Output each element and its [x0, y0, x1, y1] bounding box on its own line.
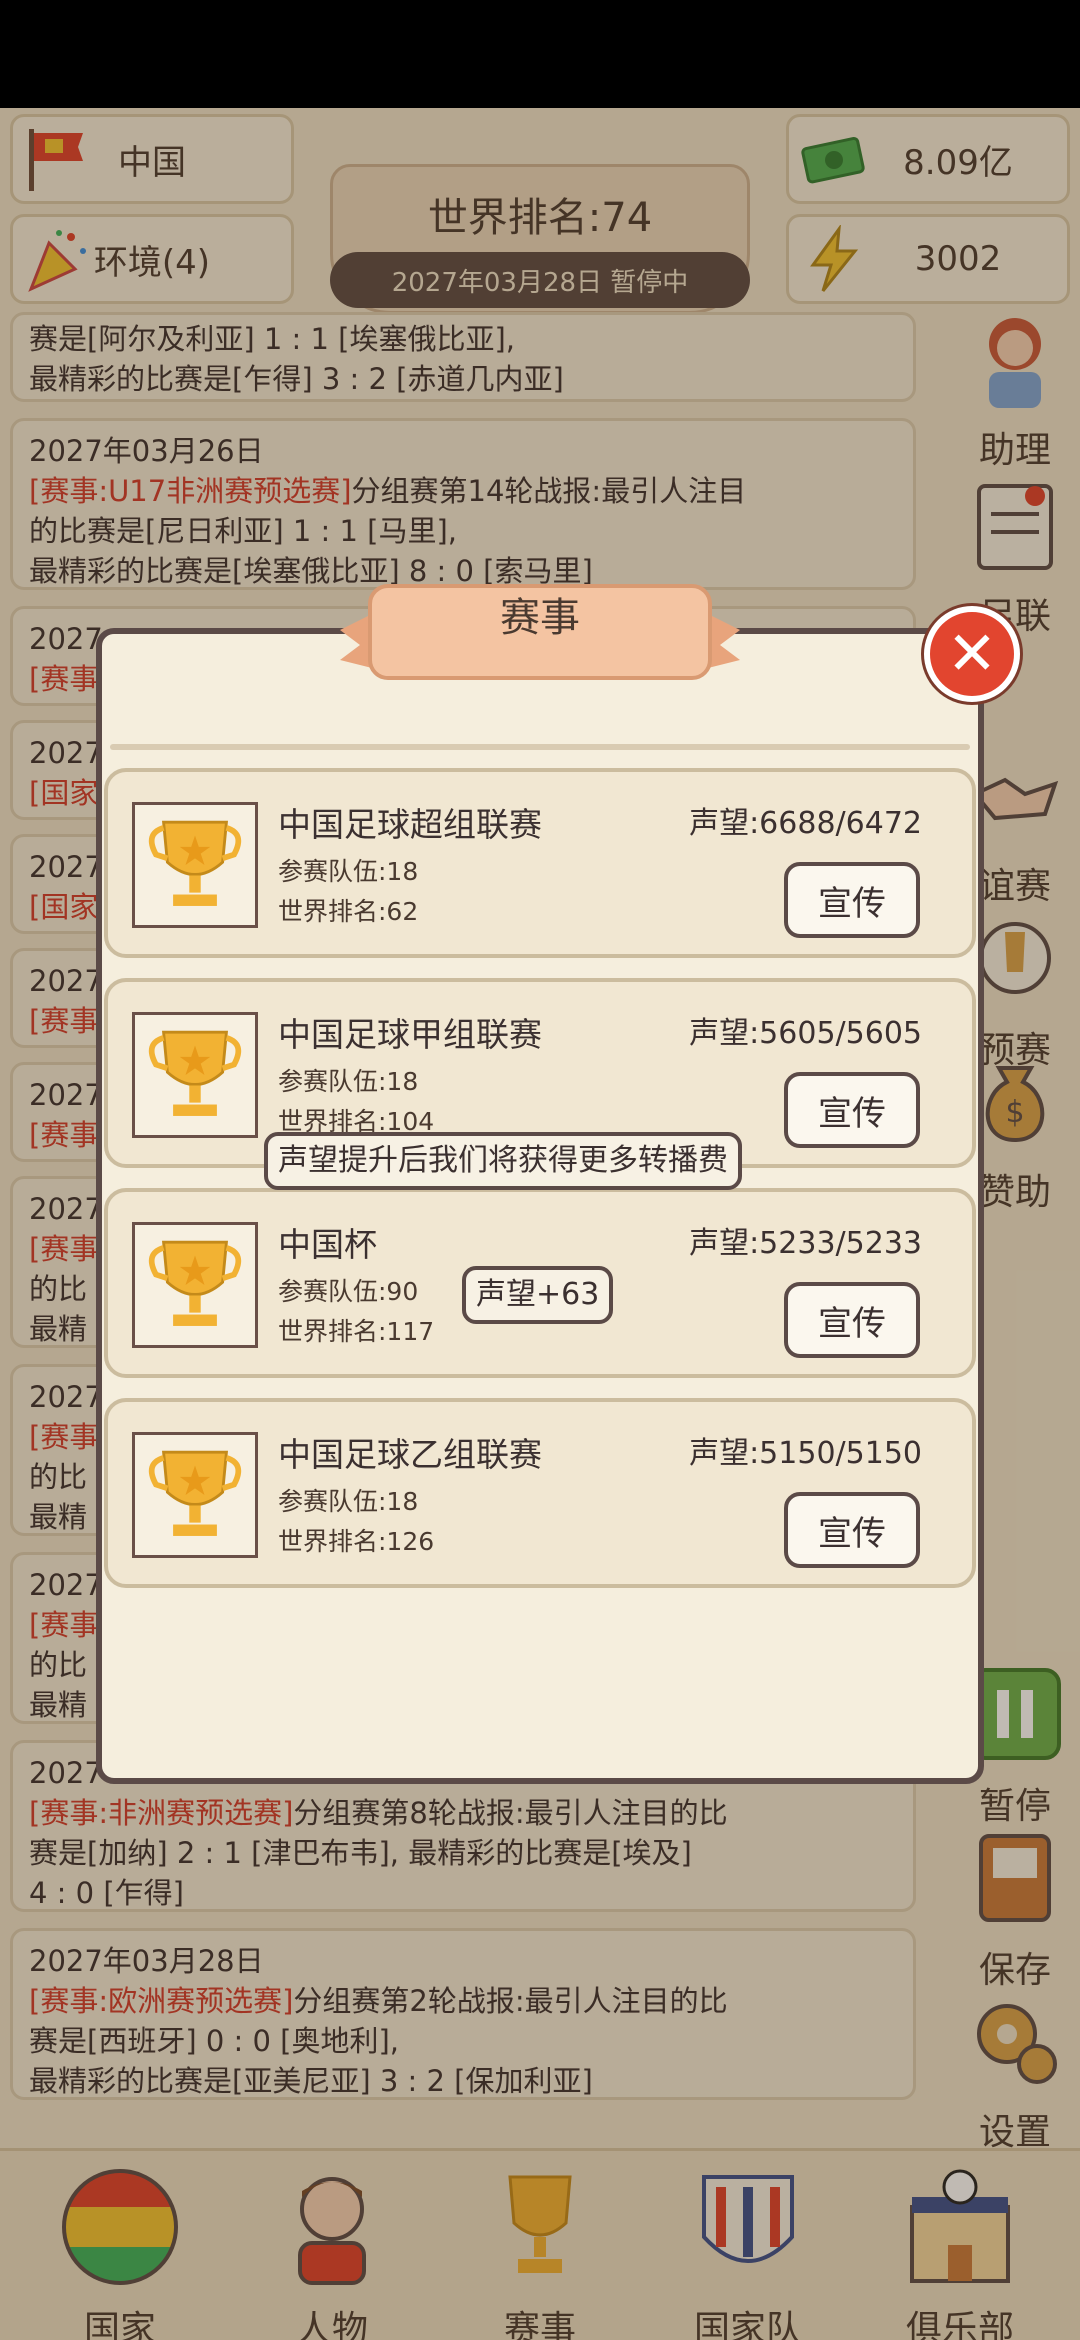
- competition-teams: 参赛队伍:18: [278, 857, 419, 886]
- promote-button[interactable]: 宣传: [784, 1072, 920, 1148]
- close-button[interactable]: ✕: [924, 606, 1020, 702]
- broadcast-fee-tooltip: 声望提升后我们将获得更多转播费: [264, 1132, 742, 1190]
- trophy-icon: [148, 1450, 242, 1536]
- fame-bonus-badge: 声望+63: [462, 1266, 614, 1324]
- competition-rank: 世界排名:126: [278, 1527, 435, 1556]
- competition-name: 中国足球乙组联赛: [278, 1435, 542, 1474]
- competition-name: 中国杯: [278, 1225, 377, 1264]
- competition-fame: 声望:5150/5150: [689, 1436, 922, 1471]
- competition-fame: 声望:5605/5605: [689, 1016, 922, 1051]
- trophy-frame: [132, 1012, 258, 1138]
- modal-divider: [110, 744, 970, 750]
- promote-button[interactable]: 宣传: [784, 1492, 920, 1568]
- modal-title: 赛事: [500, 595, 580, 641]
- trophy-icon: [148, 820, 242, 906]
- trophy-icon: [148, 1030, 242, 1116]
- competition-fame: 声望:6688/6472: [689, 806, 922, 841]
- close-icon: ✕: [946, 619, 998, 689]
- trophy-frame: [132, 1432, 258, 1558]
- competition-card: 中国足球超组联赛 参赛队伍:18 世界排名:62 声望:6688/6472 宣传: [104, 768, 976, 958]
- competition-name: 中国足球超组联赛: [278, 805, 542, 844]
- promote-button[interactable]: 宣传: [784, 862, 920, 938]
- competition-teams: 参赛队伍:18: [278, 1067, 419, 1096]
- competition-teams: 参赛队伍:18: [278, 1487, 419, 1516]
- competition-name: 中国足球甲组联赛: [278, 1015, 542, 1054]
- competition-rank: 世界排名:117: [278, 1317, 435, 1346]
- promote-button[interactable]: 宣传: [784, 1282, 920, 1358]
- trophy-frame: [132, 802, 258, 928]
- trophy-frame: [132, 1222, 258, 1348]
- competition-card: 中国足球乙组联赛 参赛队伍:18 世界排名:126 声望:5150/5150 宣…: [104, 1398, 976, 1588]
- trophy-icon: [148, 1240, 242, 1326]
- competition-rank: 世界排名:62: [278, 897, 419, 926]
- competition-teams: 参赛队伍:90: [278, 1277, 419, 1306]
- competition-fame: 声望:5233/5233: [689, 1226, 922, 1261]
